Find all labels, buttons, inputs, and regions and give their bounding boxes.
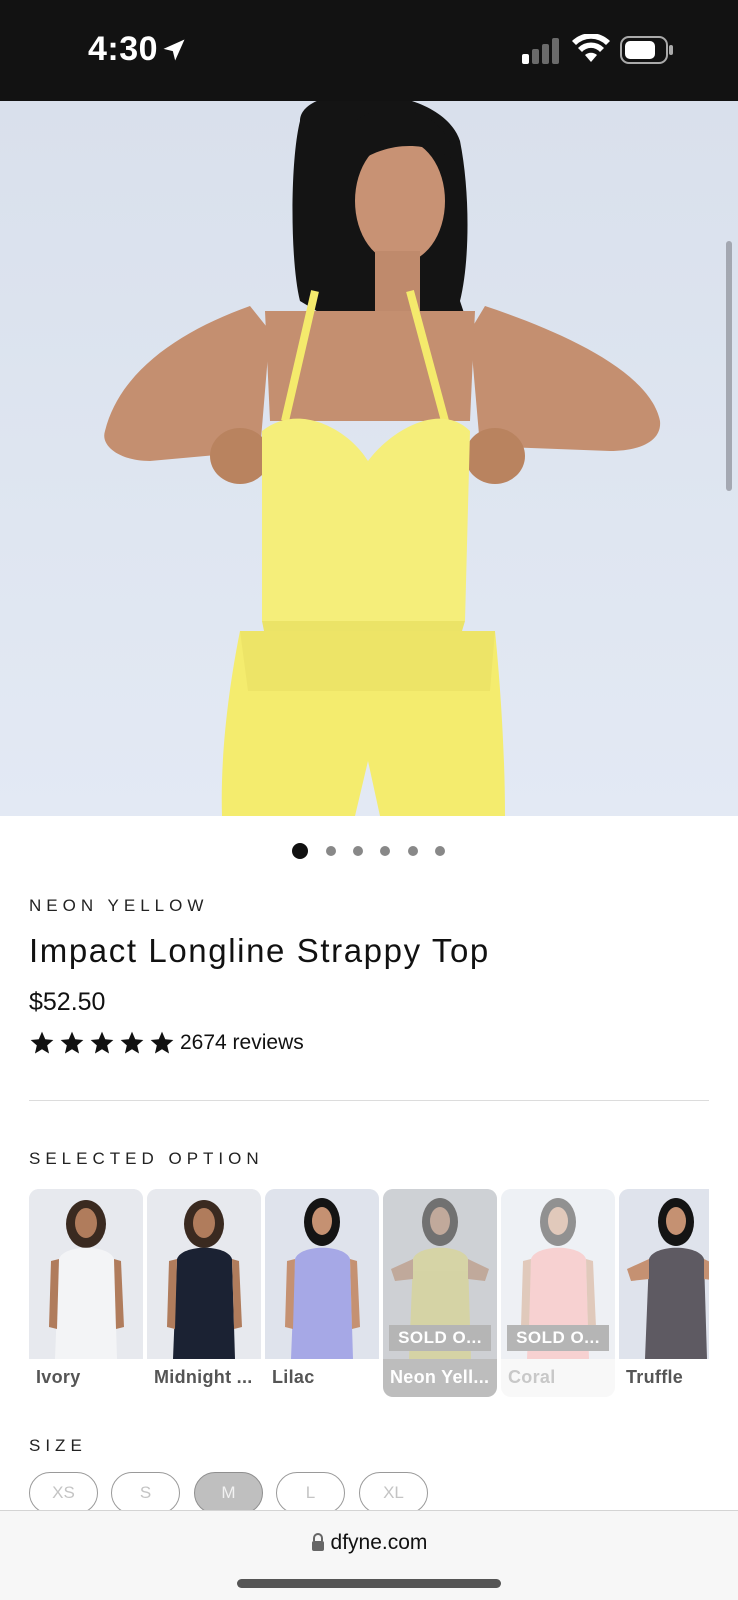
reviews-count[interactable]: 2674 reviews [180,1031,304,1055]
carousel-dot[interactable] [353,846,363,856]
cellular-signal-icon [522,38,559,64]
carousel-dot[interactable] [435,846,445,856]
swatch-midnight[interactable]: Midnight ... [147,1189,261,1397]
size-xl-button[interactable]: XL [359,1472,428,1514]
product-color-label: NEON YELLOW [29,896,209,915]
status-time: 4:30 [88,30,159,68]
browser-address-bar[interactable]: dfyne.com [0,1510,738,1600]
product-price: $52.50 [29,988,106,1016]
swatch-name: Neon Yell... [390,1367,490,1387]
color-swatches: Ivory Midnight ... Lilac SOLD O... Neon … [29,1189,709,1399]
swatch-thumbnail [29,1189,143,1359]
size-l-button[interactable]: L [276,1472,345,1514]
rating[interactable]: 2674 reviews [28,1030,304,1056]
size-xs-button[interactable]: XS [29,1472,98,1514]
home-indicator[interactable] [237,1579,501,1588]
carousel-dot[interactable] [292,843,308,859]
scroll-indicator [726,241,732,491]
swatch-name: Truffle [626,1367,684,1387]
selected-option-label: SELECTED OPTION [29,1149,264,1168]
swatch-name: Ivory [36,1367,81,1387]
status-bar: 4:30 [0,0,738,101]
star-icon [150,1031,174,1054]
swatch-thumbnail [619,1189,709,1359]
star-icon [60,1031,84,1054]
swatch-truffle[interactable]: Truffle [619,1189,709,1397]
swatch-name: Midnight ... [154,1367,253,1387]
carousel-dot[interactable] [326,846,336,856]
carousel-pagination [0,842,738,862]
product-title: Impact Longline Strappy Top [29,932,490,969]
swatch-name: Lilac [272,1367,315,1387]
star-icon [30,1031,54,1054]
swatch-name: Coral [508,1367,556,1387]
product-image-carousel[interactable] [0,101,738,816]
swatch-coral[interactable]: SOLD O... Coral [501,1189,615,1397]
lock-icon [311,1533,324,1551]
star-icon [120,1031,144,1054]
divider [29,1100,709,1101]
url-text: dfyne.com [330,1531,428,1554]
location-arrow-icon [163,39,185,61]
swatch-neon-yellow[interactable]: SOLD O... Neon Yell... [383,1189,497,1397]
size-label: SIZE [29,1436,87,1455]
swatch-thumbnail [265,1189,379,1359]
carousel-dot[interactable] [408,846,418,856]
sold-out-tag: SOLD O... [507,1325,609,1351]
size-m-button[interactable]: M [194,1472,263,1514]
swatch-thumbnail [147,1189,261,1359]
swatch-lilac[interactable]: Lilac [265,1189,379,1397]
star-icon [90,1031,114,1054]
wifi-icon [572,34,610,62]
url-display[interactable]: dfyne.com [0,1531,738,1555]
carousel-dot[interactable] [380,846,390,856]
swatch-ivory[interactable]: Ivory [29,1189,143,1397]
product-photo [104,101,661,816]
size-s-button[interactable]: S [111,1472,180,1514]
battery-icon [620,36,673,64]
sold-out-tag: SOLD O... [389,1325,491,1351]
